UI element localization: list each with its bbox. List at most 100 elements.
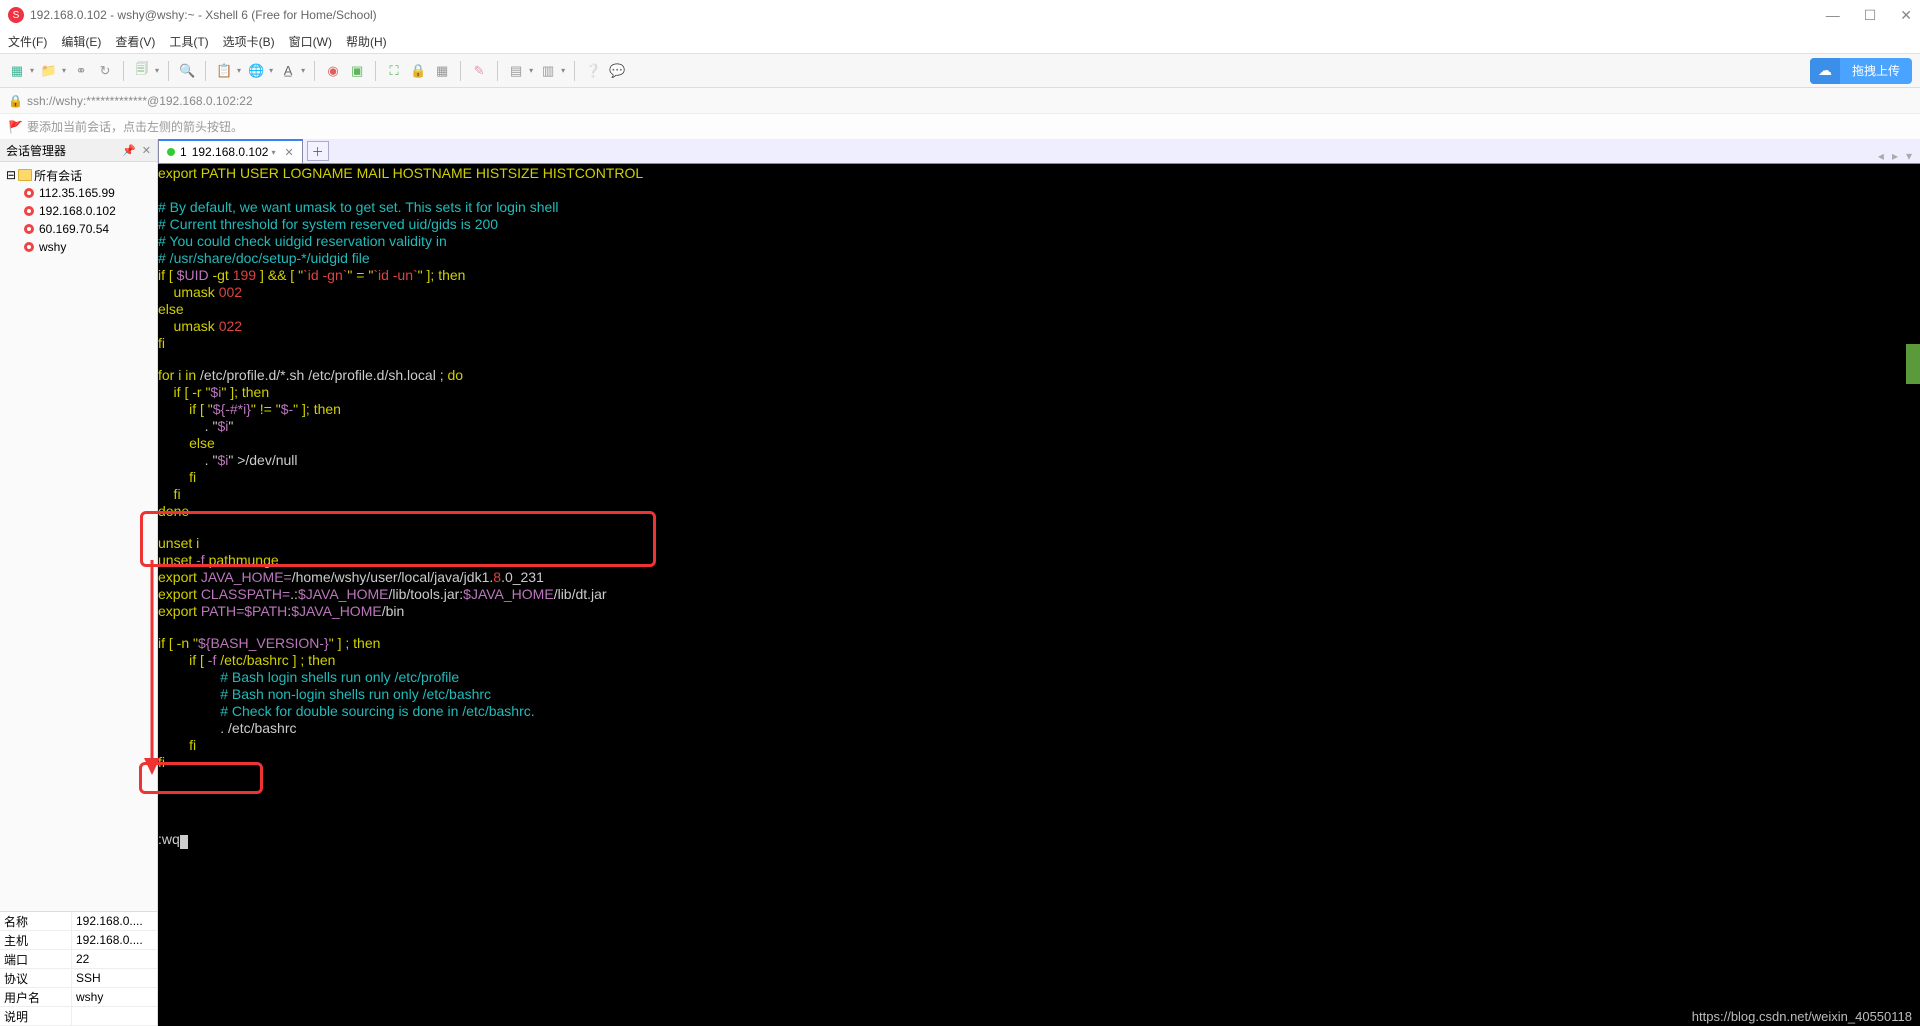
t: /lib/tools.jar: <box>388 586 463 602</box>
tab-list-icon[interactable]: ▾ <box>1906 149 1912 163</box>
open-icon[interactable]: 📁 <box>40 62 58 80</box>
t: " ]; then <box>221 384 269 400</box>
paste-icon[interactable]: 📋 <box>215 62 233 80</box>
grid-icon[interactable]: ▦ <box>433 62 451 80</box>
t: /etc/bashrc ] ; then <box>216 652 335 668</box>
pin-icon[interactable]: 📌 <box>122 144 136 157</box>
prop-port-key: 端口 <box>0 950 72 968</box>
menu-file[interactable]: 文件(F) <box>8 33 47 50</box>
minimize-icon[interactable]: — <box>1826 7 1840 24</box>
t: done <box>158 503 189 519</box>
watermark: https://blog.csdn.net/weixin_40550118 <box>1692 1009 1912 1024</box>
tab-dropdown-icon[interactable]: ▾ <box>271 148 275 157</box>
prop-host-val: 192.168.0.... <box>72 931 157 949</box>
maximize-icon[interactable]: ☐ <box>1864 7 1877 24</box>
copy-icon[interactable]: 🗐 <box>133 62 151 80</box>
session-tree[interactable]: ⊟所有会话 112.35.165.99 192.168.0.102 60.169… <box>0 162 157 911</box>
t: 002 <box>219 284 242 300</box>
prop-user-val: wshy <box>72 988 157 1006</box>
session-properties: 名称192.168.0.... 主机192.168.0.... 端口22 协议S… <box>0 911 157 1026</box>
t: $- <box>281 401 293 417</box>
tab-bar: 1 192.168.0.102 ▾ ✕ ＋ ◂ ▸ ▾ <box>158 140 1920 164</box>
term-comment: # You could check uidgid reservation val… <box>158 233 447 249</box>
t: . " <box>158 418 217 434</box>
t: 8 <box>493 569 501 585</box>
reconnect-icon[interactable]: ↻ <box>96 62 114 80</box>
layout1-icon[interactable]: ▤ <box>507 62 525 80</box>
term-line: export PATH USER LOGNAME MAIL HOSTNAME H… <box>158 165 643 181</box>
t: " >/dev/null <box>228 452 297 468</box>
t: # Bash login shells run only /etc/profil… <box>158 669 459 685</box>
font-icon[interactable]: A̲ <box>279 62 297 80</box>
t: fi <box>158 469 196 485</box>
expand-icon[interactable]: ⛶ <box>385 62 403 80</box>
t: 022 <box>219 318 242 334</box>
t: in <box>185 367 196 383</box>
upload-label: 拖拽上传 <box>1840 62 1912 79</box>
tab-session[interactable]: 1 192.168.0.102 ▾ ✕ <box>158 139 303 163</box>
menu-view[interactable]: 查看(V) <box>115 33 155 50</box>
highlight-icon[interactable]: ✎ <box>470 62 488 80</box>
prop-port-val: 22 <box>72 950 157 968</box>
upload-button[interactable]: ☁ 拖拽上传 <box>1810 58 1912 84</box>
tree-item[interactable]: 192.168.0.102 <box>2 202 155 220</box>
t: export <box>158 586 201 602</box>
globe-icon[interactable]: 🌐 <box>247 62 265 80</box>
menu-tab[interactable]: 选项卡(B) <box>223 33 275 50</box>
menu-bar: 文件(F) 编辑(E) 查看(V) 工具(T) 选项卡(B) 窗口(W) 帮助(… <box>0 30 1920 54</box>
search-icon[interactable]: 🔍 <box>178 62 196 80</box>
t: if [ -n " <box>158 635 198 651</box>
t: " ]; then <box>293 401 341 417</box>
new-session-icon[interactable]: ▦ <box>8 62 26 80</box>
help-icon[interactable]: ❔ <box>584 62 602 80</box>
terminal[interactable]: export PATH USER LOGNAME MAIL HOSTNAME H… <box>158 164 1920 1026</box>
t: $JAVA_HOME <box>298 586 389 602</box>
ssh-lock-icon: 🔒 <box>8 94 23 108</box>
t: /lib/dt.jar <box>554 586 607 602</box>
tree-item[interactable]: wshy <box>2 238 155 256</box>
tab-close-icon[interactable]: ✕ <box>284 146 293 159</box>
panel-close-icon[interactable]: ✕ <box>142 144 151 157</box>
tab-next-icon[interactable]: ▸ <box>1892 149 1898 163</box>
hint-bar: 🚩 要添加当前会话，点击左侧的箭头按钮。 <box>0 114 1920 140</box>
lock-icon[interactable]: 🔒 <box>409 62 427 80</box>
menu-window[interactable]: 窗口(W) <box>289 33 332 50</box>
t: # Check for double sourcing is done in /… <box>158 703 535 719</box>
t: else <box>158 435 215 451</box>
t: .0_231 <box>501 569 544 585</box>
t: `id -gn` <box>303 267 347 283</box>
toolbar: ▦▾ 📁▾ ⚭ ↻ 🗐▾ 🔍 📋▾ 🌐▾ A̲▾ ◉ ▣ ⛶ 🔒 ▦ ✎ ▤▾ … <box>0 54 1920 88</box>
menu-help[interactable]: 帮助(H) <box>346 33 387 50</box>
t: " ]; then <box>418 267 466 283</box>
hint-text: 要添加当前会话，点击左侧的箭头按钮。 <box>27 118 243 135</box>
prop-proto-val: SSH <box>72 969 157 987</box>
menu-tools[interactable]: 工具(T) <box>169 33 208 50</box>
tree-root[interactable]: ⊟所有会话 <box>2 166 155 184</box>
tree-item-label: 192.168.0.102 <box>39 204 116 218</box>
tree-item[interactable]: 60.169.70.54 <box>2 220 155 238</box>
t: -gt <box>209 267 233 283</box>
t: do <box>447 367 463 383</box>
host-icon <box>24 206 34 216</box>
tab-prev-icon[interactable]: ◂ <box>1878 149 1884 163</box>
add-tab-button[interactable]: ＋ <box>307 141 329 161</box>
t: umask <box>158 318 219 334</box>
t: " = " <box>347 267 373 283</box>
tree-item-label: wshy <box>39 240 66 254</box>
layout2-icon[interactable]: ▥ <box>539 62 557 80</box>
cloud-icon: ☁ <box>1810 58 1840 84</box>
chat-icon[interactable]: 💬 <box>608 62 626 80</box>
swirl-icon[interactable]: ◉ <box>324 62 342 80</box>
t: $i <box>217 452 228 468</box>
link-icon[interactable]: ⚭ <box>72 62 90 80</box>
vim-command: :wq <box>158 831 180 847</box>
address-bar[interactable]: 🔒 ssh://wshy:*************@192.168.0.102… <box>0 88 1920 114</box>
box-icon[interactable]: ▣ <box>348 62 366 80</box>
t: /home/wshy/user/local/java/jdk1. <box>292 569 494 585</box>
close-icon[interactable]: ✕ <box>1900 7 1912 24</box>
tree-item[interactable]: 112.35.165.99 <box>2 184 155 202</box>
scrollbar-thumb[interactable] <box>1906 344 1920 384</box>
prop-desc-val <box>72 1007 157 1025</box>
t: ${BASH_VERSION-} <box>198 635 329 651</box>
menu-edit[interactable]: 编辑(E) <box>61 33 101 50</box>
